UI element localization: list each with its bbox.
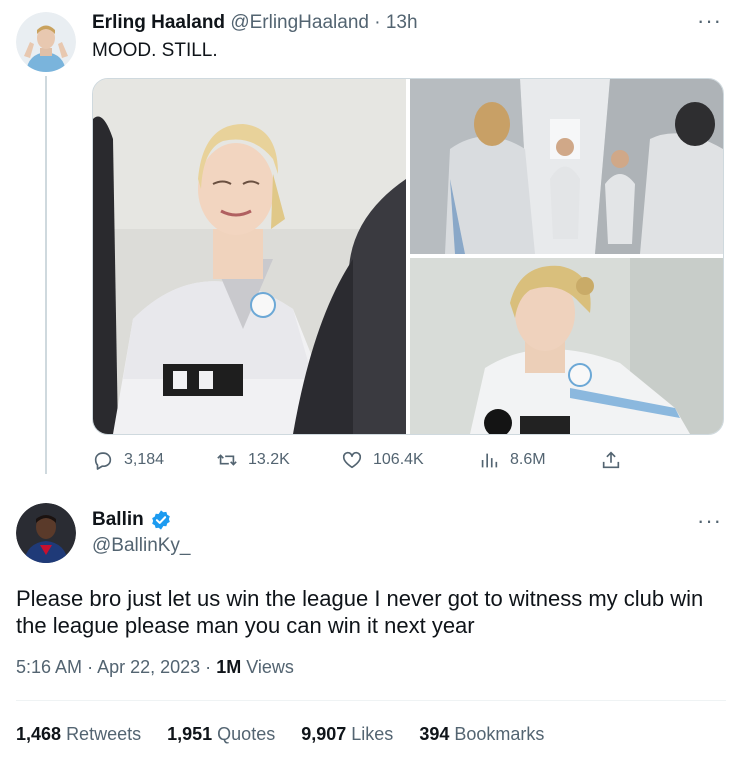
tweet-text: MOOD. STILL. xyxy=(92,40,218,61)
more-options-button[interactable]: ··· xyxy=(697,508,722,534)
retweet-button[interactable]: 13.2K xyxy=(216,449,290,471)
stat-quotes[interactable]: 1,951 Quotes xyxy=(167,723,275,745)
like-count: 106.4K xyxy=(373,451,424,468)
thread-connector-line xyxy=(45,76,47,474)
stat-bookmarks[interactable]: 394 Bookmarks xyxy=(419,723,544,745)
reply-button[interactable]: 3,184 xyxy=(92,449,164,471)
author-handle[interactable]: @BallinKy_ xyxy=(92,534,191,558)
heart-icon xyxy=(342,451,362,469)
separator-dot: · xyxy=(374,12,381,33)
share-icon xyxy=(602,451,620,469)
divider xyxy=(16,700,726,701)
media-image-side[interactable] xyxy=(410,258,723,434)
views-count: 8.6M xyxy=(510,451,546,468)
author-avatar[interactable] xyxy=(16,503,76,563)
avatar-photo xyxy=(16,12,76,72)
media-image-main[interactable] xyxy=(93,79,406,434)
separator-dot: · xyxy=(205,657,212,677)
views-button[interactable]: 8.6M xyxy=(478,449,546,471)
separator-dot: · xyxy=(87,657,94,677)
reply-count: 3,184 xyxy=(124,451,165,468)
more-options-button[interactable]: ··· xyxy=(697,8,722,34)
engagement-stats: 1,468 Retweets 1,951 Quotes 9,907 Likes … xyxy=(16,723,544,745)
author-handle[interactable]: @ErlingHaaland xyxy=(230,12,369,33)
tweet-text: Please bro just let us win the league I … xyxy=(16,586,704,638)
author-name[interactable]: Ballin xyxy=(92,508,144,532)
tweet-time[interactable]: 5:16 AM xyxy=(16,657,82,677)
media-image-tunnel[interactable] xyxy=(410,79,723,254)
author-name[interactable]: Erling Haaland xyxy=(92,12,225,33)
stat-likes[interactable]: 9,907 Likes xyxy=(301,723,393,745)
views-count: 1M xyxy=(216,657,242,677)
share-button[interactable] xyxy=(600,449,622,471)
avatar-photo xyxy=(16,503,76,563)
tweet-header: Erling Haaland @ErlingHaaland · 13h xyxy=(92,11,418,35)
analytics-icon xyxy=(481,453,498,468)
tweet-date[interactable]: Apr 22, 2023 xyxy=(97,657,200,677)
reply-icon xyxy=(94,452,112,470)
author-name-row: Ballin xyxy=(92,508,172,532)
tweet-meta: 5:16 AM · Apr 22, 2023 · 1M Views xyxy=(16,656,294,678)
views-label: Views xyxy=(246,657,294,677)
verified-badge-icon xyxy=(151,510,170,530)
retweet-icon xyxy=(217,454,237,466)
like-button[interactable]: 106.4K xyxy=(341,449,424,471)
media-grid xyxy=(92,78,724,435)
tweet-timestamp[interactable]: 13h xyxy=(386,12,418,33)
author-avatar[interactable] xyxy=(16,12,76,72)
retweet-count: 13.2K xyxy=(248,451,290,468)
stat-retweets[interactable]: 1,468 Retweets xyxy=(16,723,141,745)
